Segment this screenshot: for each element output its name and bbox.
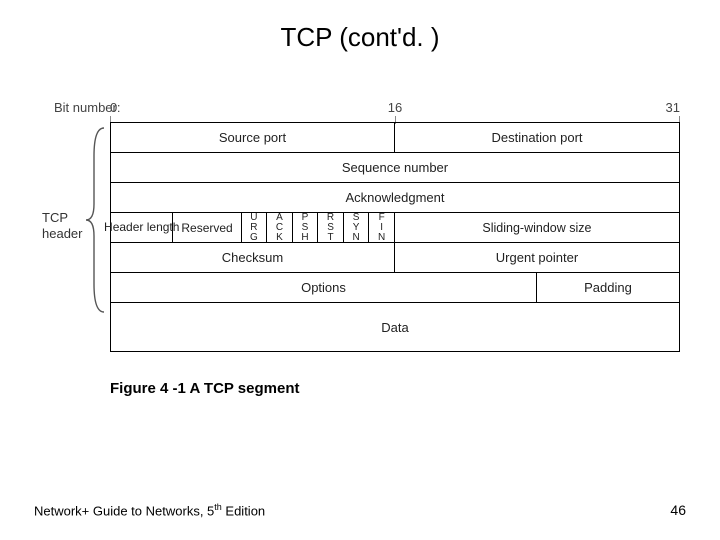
tcp-header-label: TCP header <box>42 210 82 241</box>
field-header-length: Header length <box>111 213 173 242</box>
field-window-size: Sliding-window size <box>395 213 679 242</box>
slide: TCP (cont'd. ) TCP header Bit number: 0 … <box>0 0 720 540</box>
flag-urg: URG <box>242 213 268 242</box>
bit-31: 31 <box>666 100 680 115</box>
field-acknowledgment: Acknowledgment <box>111 183 679 212</box>
field-options: Options <box>111 273 537 302</box>
footer-book-post: Edition <box>222 503 265 518</box>
page-number: 46 <box>670 502 686 518</box>
field-urgent-pointer: Urgent pointer <box>395 243 679 272</box>
tcp-header-label-l1: TCP <box>42 210 82 226</box>
flag-rst: RST <box>318 213 344 242</box>
footer-book: Network+ Guide to Networks, 5th Edition <box>34 502 265 518</box>
field-dest-port: Destination port <box>395 123 679 152</box>
field-padding: Padding <box>537 273 679 302</box>
field-checksum: Checksum <box>111 243 395 272</box>
bit-ruler: Bit number: 0 16 31 <box>110 100 680 122</box>
footer-book-pre: Network+ Guide to Networks, 5 <box>34 503 214 518</box>
bit-0: 0 <box>110 100 117 115</box>
flag-psh: PSH <box>293 213 319 242</box>
field-data: Data <box>111 303 679 351</box>
footer-book-sup: th <box>214 502 222 512</box>
bit-16: 16 <box>388 100 402 115</box>
tcp-header-label-l2: header <box>42 226 82 242</box>
tcp-segment-diagram: Bit number: 0 16 31 Source port Destinat… <box>110 100 680 352</box>
field-source-port: Source port <box>111 123 395 152</box>
flag-ack: ACK <box>267 213 293 242</box>
segment-grid: Source port Destination port Sequence nu… <box>110 122 680 352</box>
figure-caption: Figure 4 -1 A TCP segment <box>110 380 300 397</box>
field-reserved: Reserved <box>173 213 241 242</box>
field-header-length-l1: Header <box>104 221 143 234</box>
field-sequence-number: Sequence number <box>111 153 679 182</box>
slide-title: TCP (cont'd. ) <box>0 22 720 53</box>
flag-fin: FIN <box>369 213 395 242</box>
flag-syn: SYN <box>344 213 370 242</box>
